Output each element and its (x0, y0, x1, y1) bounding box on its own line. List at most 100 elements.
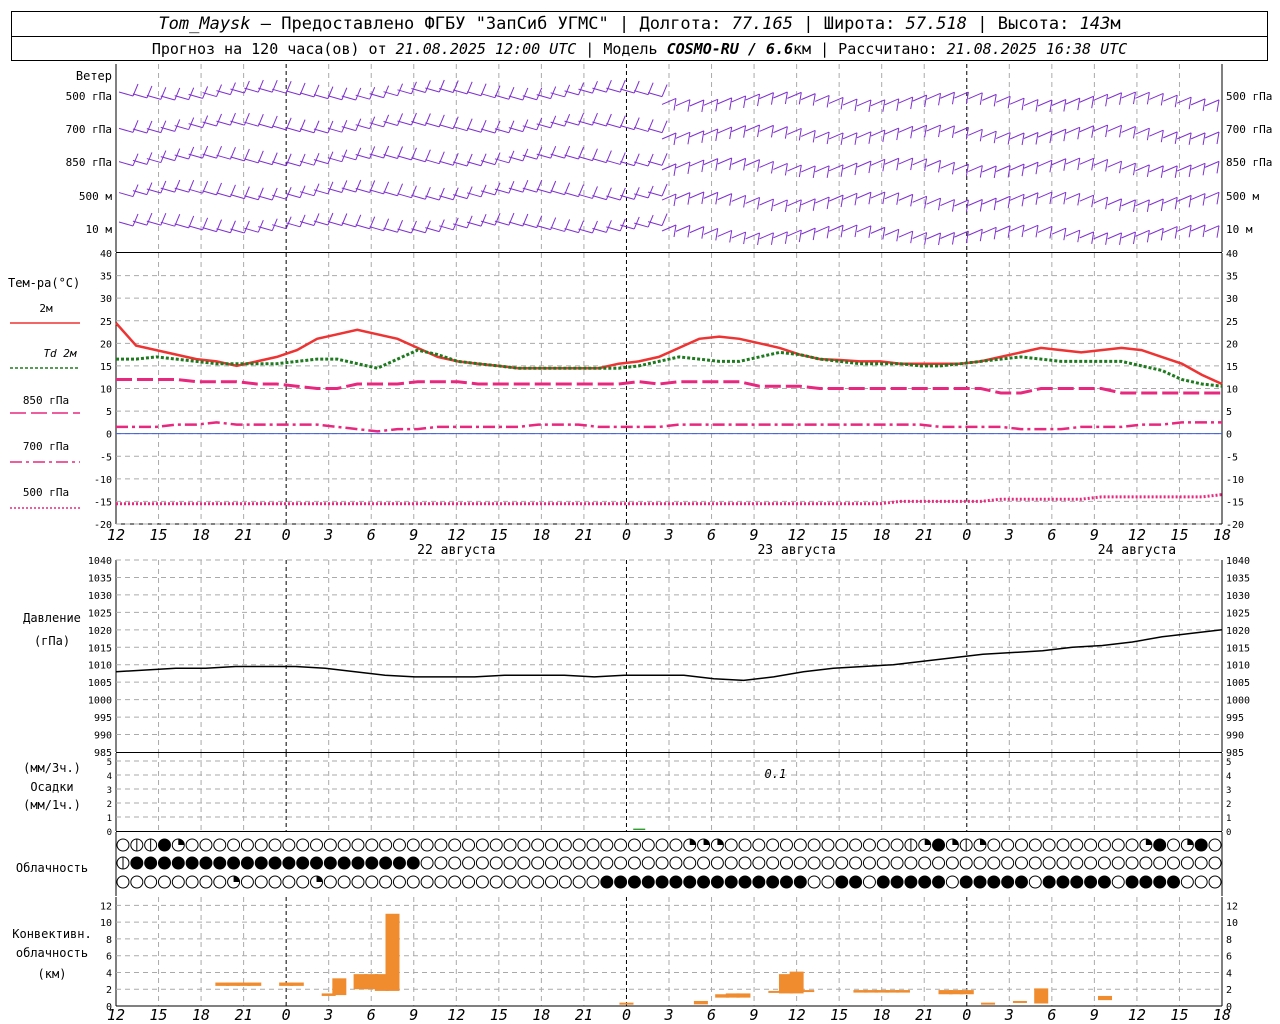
wind-barb-feather (1035, 99, 1039, 112)
legend-label-t2m: 2м (39, 302, 53, 315)
wind-barb-feather (826, 226, 830, 239)
cloud-symbol (987, 875, 1001, 889)
wind-barb (258, 87, 273, 93)
wind-barb (564, 120, 579, 126)
wind-barb-feather (1146, 230, 1150, 243)
cloud-symbol (779, 875, 793, 889)
wind-barb (285, 193, 301, 199)
temp-tick-label: 0 (1226, 430, 1232, 441)
temp-tick-label: -20 (94, 520, 112, 531)
wind-barb (1107, 124, 1122, 132)
wind-barb (884, 157, 899, 165)
cloud-symbol (489, 838, 503, 852)
wind-barb (216, 192, 231, 198)
conv-bar (1012, 1000, 1027, 1003)
wind-barb (480, 128, 496, 134)
cloud-symbol (475, 875, 489, 889)
time-tick-label: 21 (575, 1006, 593, 1024)
cloud-symbol (835, 875, 849, 889)
wind-barb (550, 153, 565, 159)
conv-tick-label: 10 (1226, 918, 1238, 929)
wind-barb (383, 191, 398, 197)
wind-barb-feather (1216, 225, 1220, 238)
wind-barb (508, 221, 523, 227)
cloud-symbol (337, 838, 351, 852)
time-tick-label: 15 (150, 1006, 168, 1024)
wind-barb (606, 226, 621, 232)
wind-barb-feather (438, 187, 445, 201)
wind-barb-feather (411, 220, 417, 234)
wind-barb (494, 94, 510, 100)
time-tick-label: 0 (282, 526, 291, 544)
conv-unit: (км) (38, 967, 67, 981)
wind-barb-feather (285, 187, 292, 200)
cloud-symbol (558, 856, 572, 870)
cloud-symbol (738, 856, 752, 870)
cloud-symbol (932, 838, 946, 852)
wind-barb-feather (1035, 192, 1039, 205)
wind-barb (578, 193, 593, 199)
wind-barb-feather (701, 191, 705, 205)
wind-barb-feather (743, 231, 747, 245)
wind-barb (787, 229, 802, 237)
cloud-symbol (614, 856, 628, 870)
wind-title: Ветер (76, 69, 112, 83)
wind-level-label: 500 м (79, 190, 112, 203)
cloud-symbol (932, 875, 946, 889)
wind-barb (272, 88, 287, 94)
wind-barb (801, 93, 816, 101)
wind-barb-feather (687, 99, 691, 112)
cloud-symbol (462, 875, 476, 889)
cloud-symbol (1180, 875, 1194, 889)
wind-barb-feather (1216, 192, 1220, 205)
cloud-symbol (130, 875, 144, 889)
wind-barb (397, 120, 412, 126)
wind-level-label: 500 м (1226, 190, 1259, 203)
wind-barb-feather (174, 87, 181, 101)
wind-barb-feather (757, 159, 761, 172)
time-tick-label: 3 (323, 1006, 333, 1024)
cloud-symbol (489, 856, 503, 870)
cloud-symbol (1070, 856, 1084, 870)
wind-barb (1009, 224, 1025, 232)
wind-barb-feather (132, 213, 139, 227)
wind-barb (828, 132, 844, 140)
cloud-symbol (475, 838, 489, 852)
wind-barb-feather (896, 192, 900, 205)
wind-barb (160, 221, 175, 227)
cloud-symbol (959, 875, 973, 889)
wind-barb (842, 98, 858, 106)
wind-barb-feather (757, 124, 761, 138)
wind-barb (745, 124, 760, 132)
wind-barb-feather (1077, 127, 1081, 140)
temp-tick-label: 10 (100, 385, 112, 396)
cloud-symbol (655, 856, 669, 870)
time-tick-label: 3 (323, 526, 333, 544)
wind-barb-feather (1174, 197, 1178, 210)
cloud-symbol-quarter (1187, 839, 1194, 845)
wind-barb-feather (229, 220, 236, 233)
pressure-tick-label: 1040 (88, 556, 112, 567)
wind-barb-feather (896, 229, 900, 242)
wind-barb-feather (840, 225, 844, 238)
wind-barb-feather (993, 198, 997, 211)
day-label: 22 августа (417, 543, 495, 558)
wind-barb (940, 91, 955, 99)
cloud-symbol (157, 875, 171, 889)
temp-tick-label: 15 (100, 362, 112, 373)
conv-bar (1034, 988, 1049, 1004)
wind-barb (466, 91, 482, 97)
cloud-symbol (254, 856, 268, 870)
wind-barb (675, 99, 691, 107)
wind-barb-feather (1132, 163, 1136, 176)
cloud-symbol (890, 875, 904, 889)
wind-barb (1121, 231, 1136, 239)
wind-barb (675, 161, 691, 169)
wind-barb-feather (840, 195, 844, 208)
wind-barb (940, 232, 955, 239)
wind-barb (1163, 94, 1178, 102)
wind-barb (814, 131, 830, 139)
wind-barb (425, 87, 440, 93)
wind-barb-feather (743, 195, 747, 208)
wind-barb (216, 228, 231, 234)
